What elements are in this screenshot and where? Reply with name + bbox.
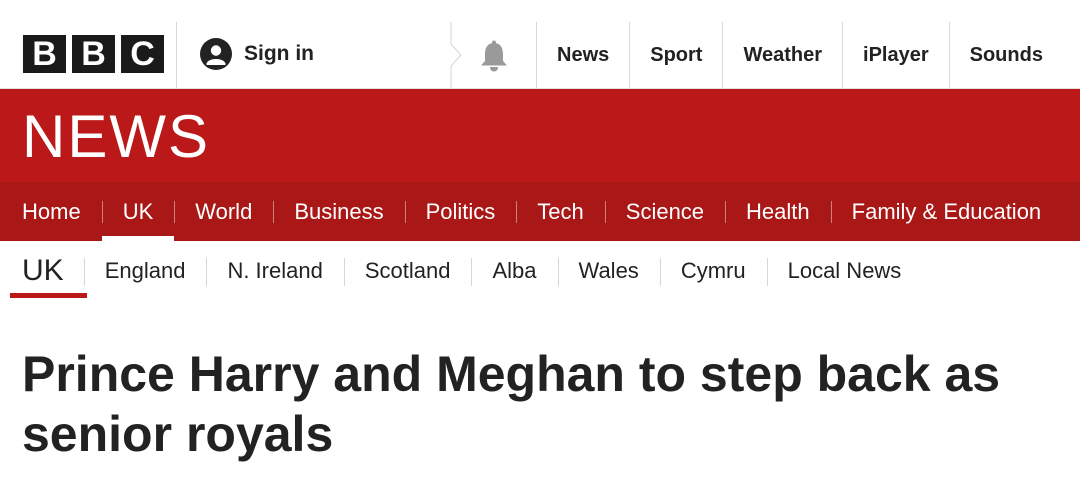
top-nav-sport[interactable]: Sport (629, 22, 722, 88)
user-account-icon (200, 38, 232, 70)
news-banner: NEWS (0, 89, 1080, 182)
section-nav-family-education[interactable]: Family & Education (830, 182, 1063, 241)
section-nav-uk[interactable]: UK (101, 182, 175, 241)
sub-nav-n-ireland[interactable]: N. Ireland (206, 241, 343, 301)
sign-in-label: Sign in (244, 42, 314, 65)
sub-nav-current-uk[interactable]: UK (0, 241, 87, 301)
news-title-link[interactable]: NEWS (22, 107, 210, 167)
sub-nav-cymru[interactable]: Cymru (659, 241, 767, 301)
sub-nav-wales[interactable]: Wales (557, 241, 660, 301)
top-nav-iplayer[interactable]: iPlayer (842, 22, 949, 88)
top-nav-sounds[interactable]: Sounds (948, 22, 1063, 88)
sub-nav-alba[interactable]: Alba (471, 241, 557, 301)
sub-nav-local-news[interactable]: Local News (766, 241, 923, 301)
top-nav-weather[interactable]: Weather (722, 22, 842, 88)
bbc-logo-letter: B (72, 35, 115, 73)
bbc-logo[interactable]: B B C (23, 35, 164, 73)
bbc-logo-letter: C (121, 35, 164, 73)
article-headline: Prince Harry and Meghan to step back as … (22, 346, 1001, 462)
sign-in-link[interactable]: Sign in (200, 38, 314, 70)
sub-nav-scotland[interactable]: Scotland (343, 241, 472, 301)
sub-nav: UK England N. Ireland Scotland Alba Wale… (0, 241, 1080, 301)
top-nav: News Sport Weather iPlayer Sounds (536, 22, 1063, 88)
bbc-logo-letter: B (23, 35, 66, 73)
section-nav-science[interactable]: Science (604, 182, 725, 241)
section-nav-health[interactable]: Health (725, 182, 831, 241)
section-nav-politics[interactable]: Politics (404, 182, 517, 241)
top-nav-news[interactable]: News (536, 22, 629, 88)
section-nav-world[interactable]: World (174, 182, 273, 241)
notifications-button[interactable] (464, 40, 524, 74)
section-nav-tech[interactable]: Tech (516, 182, 604, 241)
masthead-chevron-divider (450, 22, 462, 88)
masthead: B B C Sign in News Sport Weather iPlayer… (0, 0, 1080, 89)
sub-nav-england[interactable]: England (83, 241, 207, 301)
section-nav: Home UK World Business Politics Tech Sci… (0, 182, 1080, 241)
section-nav-business[interactable]: Business (273, 182, 404, 241)
masthead-divider (176, 22, 177, 88)
bell-icon (481, 40, 507, 72)
section-nav-home[interactable]: Home (0, 182, 102, 241)
